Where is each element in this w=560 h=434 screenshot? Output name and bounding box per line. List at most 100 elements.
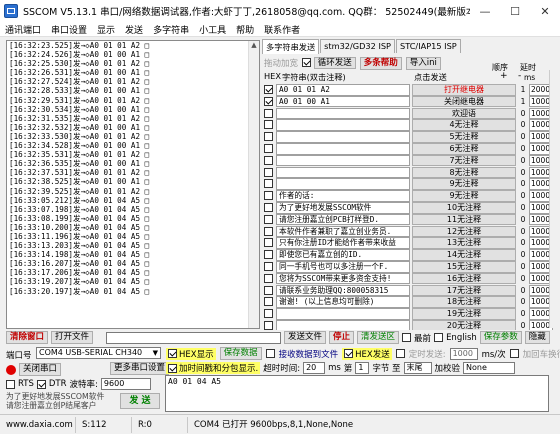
row-string-input[interactable] — [276, 107, 410, 120]
rows-scrollbar[interactable] — [549, 70, 559, 328]
cycle-send-label[interactable]: 循环发送 — [313, 56, 356, 69]
stop-button[interactable]: 停止 — [329, 331, 355, 344]
close-button[interactable]: ✕ — [530, 0, 560, 22]
row-hex-checkbox[interactable] — [264, 285, 273, 295]
send-input[interactable]: A0 01 04 A5 — [165, 375, 549, 412]
row-string-input[interactable]: A0 01 01 A2 — [276, 84, 410, 96]
timed-send-checkbox[interactable] — [395, 349, 405, 358]
english-checkbox[interactable] — [434, 333, 444, 342]
row-hex-checkbox[interactable] — [264, 226, 273, 236]
menu-help[interactable]: 帮助 — [231, 23, 259, 36]
open-file-button[interactable]: 打开文件 — [51, 331, 94, 344]
multi-help-button[interactable]: 多条帮助 — [359, 56, 402, 70]
menu-multi-string[interactable]: 多字符串 — [148, 23, 194, 36]
row-hex-checkbox[interactable] — [264, 85, 273, 94]
row-send-button[interactable]: 13无注释 — [412, 237, 516, 249]
row-hex-checkbox[interactable] — [264, 108, 273, 118]
row-string-input[interactable] — [276, 308, 410, 320]
row-hex-checkbox[interactable] — [264, 250, 273, 260]
row-send-button[interactable]: 18无注释 — [412, 296, 516, 308]
timed-interval-input[interactable]: 1000 — [449, 347, 478, 360]
row-string-input[interactable]: 您将为SSCOM带来更多资金支持! — [276, 272, 410, 285]
send-button[interactable]: 发 送 — [120, 393, 160, 409]
save-params-button[interactable]: 保存参数 — [479, 331, 522, 344]
menu-contact-author[interactable]: 联系作者 — [259, 23, 305, 36]
row-string-input[interactable]: 请您注册嘉立创PCB打样登D. — [276, 213, 410, 226]
row-string-input[interactable] — [276, 131, 410, 143]
row-hex-checkbox[interactable] — [264, 179, 273, 189]
rts-checkbox[interactable] — [6, 379, 15, 389]
recv-to-file-checkbox[interactable] — [265, 349, 275, 358]
row-send-button[interactable]: 5无注释 — [412, 131, 516, 143]
tab-multi-string[interactable]: 多字符串发送 — [262, 39, 320, 54]
row-string-input[interactable] — [276, 178, 410, 190]
byte-input[interactable]: 1 — [355, 362, 370, 374]
more-serial-settings-button[interactable]: 更多串口设置 — [110, 362, 170, 375]
row-hex-checkbox[interactable] — [264, 238, 273, 248]
row-hex-checkbox[interactable] — [264, 273, 273, 283]
row-string-input[interactable]: 为了更好地发展SSCOM软件 — [276, 202, 410, 214]
maximize-button[interactable]: ☐ — [500, 0, 530, 22]
cycle-send-toggle[interactable]: 循环发送 — [302, 56, 356, 69]
row-string-input[interactable] — [276, 166, 410, 179]
menu-display[interactable]: 显示 — [92, 23, 120, 36]
row-hex-checkbox[interactable] — [264, 144, 273, 153]
clear-send-button[interactable]: 清发送区 — [357, 331, 400, 344]
menu-send[interactable]: 发送 — [120, 23, 148, 36]
timeout-input[interactable]: 20 — [303, 362, 326, 374]
add-crlf-checkbox[interactable] — [509, 349, 519, 358]
row-send-button[interactable]: 8无注释 — [412, 166, 516, 179]
row-send-button[interactable]: 9无注释 — [412, 190, 516, 202]
checksum-select[interactable]: None — [463, 362, 516, 374]
tab-stm32-isp[interactable]: stm32/GD32 ISP — [320, 39, 395, 53]
row-string-input[interactable]: A0 01 00 A1 — [276, 95, 410, 108]
row-hex-checkbox[interactable] — [264, 120, 273, 130]
row-send-button[interactable]: 9无注释 — [412, 178, 516, 190]
close-port-button[interactable]: 关闭串口 — [19, 363, 62, 376]
row-string-input[interactable]: 即使您已有嘉立创的ID. — [276, 249, 410, 261]
log-scrollbar[interactable]: ▲ — [248, 41, 259, 328]
row-hex-checkbox[interactable] — [264, 132, 273, 142]
row-hex-checkbox[interactable] — [264, 297, 273, 307]
import-ini-button[interactable]: 导入ini — [405, 56, 441, 70]
end-select[interactable]: 末尾 — [403, 362, 432, 374]
row-send-button[interactable]: 4无注释 — [412, 119, 516, 131]
file-path-input[interactable] — [106, 332, 281, 344]
menu-serial-settings[interactable]: 串口设置 — [46, 23, 92, 36]
scroll-up-icon[interactable]: ▲ — [249, 41, 259, 52]
topmost-checkbox[interactable] — [402, 333, 412, 342]
port-select[interactable]: COM4 USB-SERIAL CH340 ▼ — [36, 347, 161, 359]
dtr-checkbox[interactable] — [36, 379, 46, 389]
row-hex-checkbox[interactable] — [264, 214, 273, 224]
row-send-button[interactable]: 7无注释 — [412, 154, 516, 167]
row-send-button[interactable]: 11无注释 — [412, 213, 516, 226]
timestamp-checkbox[interactable] — [168, 363, 177, 373]
row-string-input[interactable] — [276, 143, 410, 155]
hex-display-checkbox[interactable] — [168, 349, 177, 358]
row-string-input[interactable]: 只有你注册ID才能给作者带来收益 — [276, 237, 410, 249]
minimize-button[interactable]: — — [470, 0, 500, 22]
hex-send-checkbox[interactable] — [344, 349, 354, 358]
row-send-button[interactable]: 6无注释 — [412, 143, 516, 155]
baud-select[interactable]: 9600 — [100, 378, 151, 390]
save-data-button[interactable]: 保存数据 — [219, 347, 262, 360]
row-send-button[interactable]: 19无注释 — [412, 308, 516, 320]
row-string-input[interactable] — [276, 154, 410, 167]
receive-log[interactable]: [16:32:23.525]发→◇A0 01 01 A2 □ [16:32:24.… — [6, 40, 260, 329]
row-send-button[interactable]: 打开继电器 — [412, 84, 516, 96]
row-send-button[interactable]: 欢迎语 — [412, 107, 516, 120]
cycle-send-checkbox[interactable] — [302, 57, 312, 67]
send-file-button[interactable]: 发送文件 — [284, 331, 327, 344]
row-send-button[interactable]: 17无注释 — [412, 284, 516, 297]
row-string-input[interactable]: 谢谢! (以上信息均可删除) — [276, 296, 410, 308]
status-site[interactable]: www.daxia.com — [0, 416, 76, 433]
row-hex-checkbox[interactable] — [264, 203, 273, 212]
row-send-button[interactable]: 14无注释 — [412, 249, 516, 261]
clear-window-button[interactable]: 清除窗口 — [6, 331, 49, 344]
row-send-button[interactable]: 10无注释 — [412, 202, 516, 214]
row-hex-checkbox[interactable] — [264, 262, 273, 271]
row-hex-checkbox[interactable] — [264, 155, 273, 165]
row-string-input[interactable]: 作者的话: — [276, 190, 410, 202]
row-hex-checkbox[interactable] — [264, 167, 273, 177]
row-string-input[interactable]: 本软件作者兼职了嘉立创业务员. — [276, 225, 410, 238]
